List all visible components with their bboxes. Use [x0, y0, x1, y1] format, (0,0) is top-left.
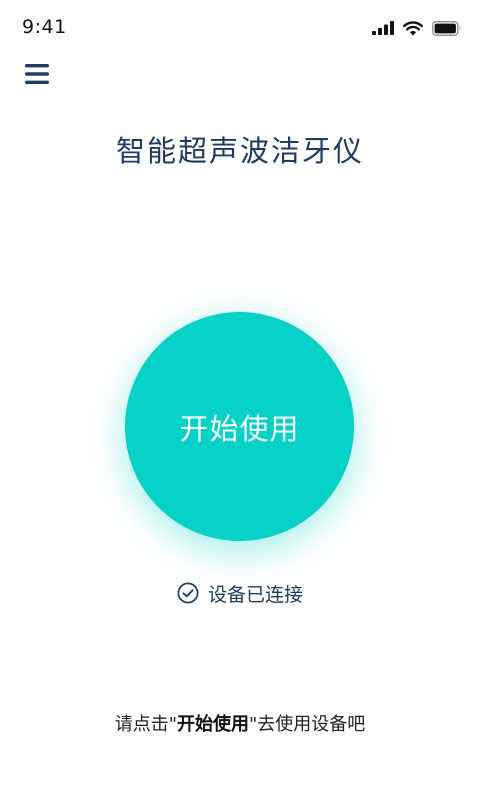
- battery-icon: [432, 20, 461, 36]
- status-icons: [372, 19, 462, 37]
- start-button[interactable]: 开始使用: [125, 312, 354, 541]
- connection-status: 设备已连接: [0, 578, 480, 608]
- status-bar: 9:41: [0, 0, 480, 56]
- page-title: 智能超声波洁牙仪: [115, 134, 364, 168]
- wifi-icon: [403, 20, 423, 35]
- check-circle-icon: [177, 582, 199, 604]
- hint-suffix: "去使用设备吧: [249, 714, 366, 735]
- hint-prefix: 请点击": [114, 714, 177, 735]
- menu-button[interactable]: [24, 62, 52, 86]
- connection-status-text: 设备已连接: [207, 583, 303, 606]
- start-button-label: 开始使用: [179, 411, 300, 446]
- usage-hint: 请点击"开始使用"去使用设备吧: [0, 710, 480, 736]
- signal-icon: [372, 21, 394, 35]
- status-time: 9:41: [22, 16, 67, 38]
- hamburger-menu-icon: [25, 64, 49, 84]
- hint-emphasis: 开始使用: [177, 714, 249, 735]
